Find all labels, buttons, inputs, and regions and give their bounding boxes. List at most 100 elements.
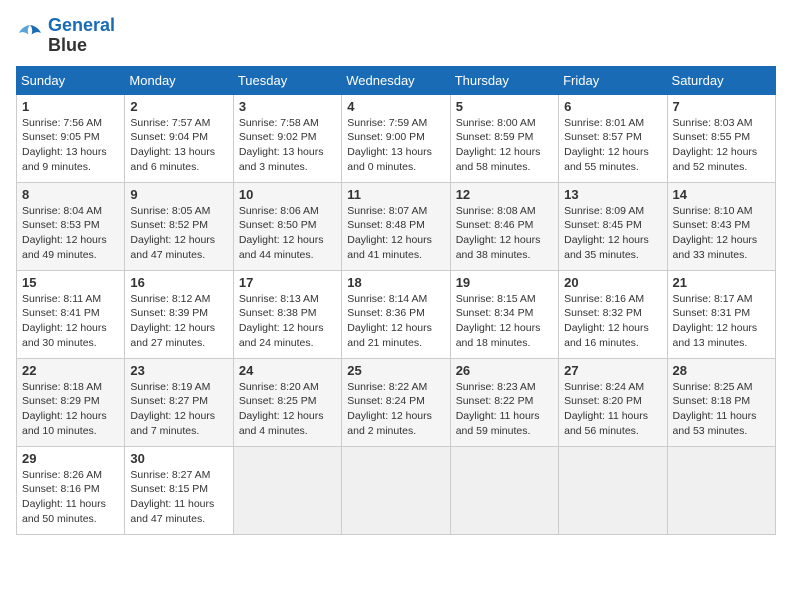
day-info: Sunrise: 8:18 AM Sunset: 8:29 PM Dayligh… bbox=[22, 380, 119, 439]
day-info: Sunrise: 8:19 AM Sunset: 8:27 PM Dayligh… bbox=[130, 380, 227, 439]
calendar-cell bbox=[342, 446, 450, 534]
day-info: Sunrise: 8:20 AM Sunset: 8:25 PM Dayligh… bbox=[239, 380, 336, 439]
calendar-cell: 5 Sunrise: 8:00 AM Sunset: 8:59 PM Dayli… bbox=[450, 94, 558, 182]
day-number: 19 bbox=[456, 275, 553, 290]
calendar-cell bbox=[667, 446, 775, 534]
day-number: 2 bbox=[130, 99, 227, 114]
day-info: Sunrise: 8:14 AM Sunset: 8:36 PM Dayligh… bbox=[347, 292, 444, 351]
calendar-cell: 26 Sunrise: 8:23 AM Sunset: 8:22 PM Dayl… bbox=[450, 358, 558, 446]
calendar-cell: 10 Sunrise: 8:06 AM Sunset: 8:50 PM Dayl… bbox=[233, 182, 341, 270]
calendar-cell: 2 Sunrise: 7:57 AM Sunset: 9:04 PM Dayli… bbox=[125, 94, 233, 182]
day-number: 13 bbox=[564, 187, 661, 202]
calendar-cell: 28 Sunrise: 8:25 AM Sunset: 8:18 PM Dayl… bbox=[667, 358, 775, 446]
calendar-cell: 3 Sunrise: 7:58 AM Sunset: 9:02 PM Dayli… bbox=[233, 94, 341, 182]
calendar-cell: 4 Sunrise: 7:59 AM Sunset: 9:00 PM Dayli… bbox=[342, 94, 450, 182]
day-info: Sunrise: 8:00 AM Sunset: 8:59 PM Dayligh… bbox=[456, 116, 553, 175]
day-number: 9 bbox=[130, 187, 227, 202]
day-number: 28 bbox=[673, 363, 770, 378]
col-header-monday: Monday bbox=[125, 66, 233, 94]
day-number: 26 bbox=[456, 363, 553, 378]
day-number: 10 bbox=[239, 187, 336, 202]
day-info: Sunrise: 7:59 AM Sunset: 9:00 PM Dayligh… bbox=[347, 116, 444, 175]
day-number: 6 bbox=[564, 99, 661, 114]
calendar-cell: 29 Sunrise: 8:26 AM Sunset: 8:16 PM Dayl… bbox=[17, 446, 125, 534]
calendar-cell: 14 Sunrise: 8:10 AM Sunset: 8:43 PM Dayl… bbox=[667, 182, 775, 270]
calendar-cell bbox=[559, 446, 667, 534]
col-header-saturday: Saturday bbox=[667, 66, 775, 94]
day-number: 30 bbox=[130, 451, 227, 466]
day-info: Sunrise: 8:15 AM Sunset: 8:34 PM Dayligh… bbox=[456, 292, 553, 351]
day-info: Sunrise: 8:03 AM Sunset: 8:55 PM Dayligh… bbox=[673, 116, 770, 175]
day-number: 25 bbox=[347, 363, 444, 378]
day-info: Sunrise: 8:17 AM Sunset: 8:31 PM Dayligh… bbox=[673, 292, 770, 351]
day-number: 17 bbox=[239, 275, 336, 290]
day-number: 20 bbox=[564, 275, 661, 290]
day-number: 7 bbox=[673, 99, 770, 114]
day-info: Sunrise: 7:57 AM Sunset: 9:04 PM Dayligh… bbox=[130, 116, 227, 175]
day-number: 22 bbox=[22, 363, 119, 378]
day-info: Sunrise: 8:10 AM Sunset: 8:43 PM Dayligh… bbox=[673, 204, 770, 263]
day-info: Sunrise: 8:22 AM Sunset: 8:24 PM Dayligh… bbox=[347, 380, 444, 439]
day-number: 16 bbox=[130, 275, 227, 290]
day-info: Sunrise: 8:06 AM Sunset: 8:50 PM Dayligh… bbox=[239, 204, 336, 263]
day-info: Sunrise: 7:58 AM Sunset: 9:02 PM Dayligh… bbox=[239, 116, 336, 175]
col-header-tuesday: Tuesday bbox=[233, 66, 341, 94]
calendar-week-3: 15 Sunrise: 8:11 AM Sunset: 8:41 PM Dayl… bbox=[17, 270, 776, 358]
day-number: 24 bbox=[239, 363, 336, 378]
day-number: 12 bbox=[456, 187, 553, 202]
day-info: Sunrise: 8:13 AM Sunset: 8:38 PM Dayligh… bbox=[239, 292, 336, 351]
calendar-cell bbox=[450, 446, 558, 534]
day-info: Sunrise: 8:12 AM Sunset: 8:39 PM Dayligh… bbox=[130, 292, 227, 351]
calendar-cell: 8 Sunrise: 8:04 AM Sunset: 8:53 PM Dayli… bbox=[17, 182, 125, 270]
day-number: 5 bbox=[456, 99, 553, 114]
calendar-cell: 30 Sunrise: 8:27 AM Sunset: 8:15 PM Dayl… bbox=[125, 446, 233, 534]
calendar-cell: 27 Sunrise: 8:24 AM Sunset: 8:20 PM Dayl… bbox=[559, 358, 667, 446]
day-number: 15 bbox=[22, 275, 119, 290]
day-info: Sunrise: 8:24 AM Sunset: 8:20 PM Dayligh… bbox=[564, 380, 661, 439]
day-number: 29 bbox=[22, 451, 119, 466]
calendar-cell: 13 Sunrise: 8:09 AM Sunset: 8:45 PM Dayl… bbox=[559, 182, 667, 270]
calendar-cell: 23 Sunrise: 8:19 AM Sunset: 8:27 PM Dayl… bbox=[125, 358, 233, 446]
calendar-cell: 1 Sunrise: 7:56 AM Sunset: 9:05 PM Dayli… bbox=[17, 94, 125, 182]
day-number: 18 bbox=[347, 275, 444, 290]
col-header-sunday: Sunday bbox=[17, 66, 125, 94]
day-number: 11 bbox=[347, 187, 444, 202]
day-info: Sunrise: 8:11 AM Sunset: 8:41 PM Dayligh… bbox=[22, 292, 119, 351]
day-number: 3 bbox=[239, 99, 336, 114]
calendar-cell: 16 Sunrise: 8:12 AM Sunset: 8:39 PM Dayl… bbox=[125, 270, 233, 358]
day-number: 8 bbox=[22, 187, 119, 202]
day-info: Sunrise: 8:08 AM Sunset: 8:46 PM Dayligh… bbox=[456, 204, 553, 263]
day-info: Sunrise: 8:09 AM Sunset: 8:45 PM Dayligh… bbox=[564, 204, 661, 263]
calendar-cell: 19 Sunrise: 8:15 AM Sunset: 8:34 PM Dayl… bbox=[450, 270, 558, 358]
day-info: Sunrise: 7:56 AM Sunset: 9:05 PM Dayligh… bbox=[22, 116, 119, 175]
day-number: 1 bbox=[22, 99, 119, 114]
page-header: General Blue bbox=[16, 16, 776, 56]
calendar-cell: 12 Sunrise: 8:08 AM Sunset: 8:46 PM Dayl… bbox=[450, 182, 558, 270]
day-number: 4 bbox=[347, 99, 444, 114]
calendar-week-1: 1 Sunrise: 7:56 AM Sunset: 9:05 PM Dayli… bbox=[17, 94, 776, 182]
calendar-cell: 21 Sunrise: 8:17 AM Sunset: 8:31 PM Dayl… bbox=[667, 270, 775, 358]
logo-text: General Blue bbox=[48, 16, 115, 56]
day-number: 27 bbox=[564, 363, 661, 378]
day-info: Sunrise: 8:25 AM Sunset: 8:18 PM Dayligh… bbox=[673, 380, 770, 439]
calendar-cell: 11 Sunrise: 8:07 AM Sunset: 8:48 PM Dayl… bbox=[342, 182, 450, 270]
day-info: Sunrise: 8:27 AM Sunset: 8:15 PM Dayligh… bbox=[130, 468, 227, 527]
col-header-thursday: Thursday bbox=[450, 66, 558, 94]
col-header-wednesday: Wednesday bbox=[342, 66, 450, 94]
calendar-cell: 22 Sunrise: 8:18 AM Sunset: 8:29 PM Dayl… bbox=[17, 358, 125, 446]
logo-icon bbox=[16, 22, 44, 50]
day-info: Sunrise: 8:04 AM Sunset: 8:53 PM Dayligh… bbox=[22, 204, 119, 263]
logo: General Blue bbox=[16, 16, 115, 56]
day-info: Sunrise: 8:05 AM Sunset: 8:52 PM Dayligh… bbox=[130, 204, 227, 263]
day-info: Sunrise: 8:07 AM Sunset: 8:48 PM Dayligh… bbox=[347, 204, 444, 263]
day-info: Sunrise: 8:01 AM Sunset: 8:57 PM Dayligh… bbox=[564, 116, 661, 175]
calendar-cell: 6 Sunrise: 8:01 AM Sunset: 8:57 PM Dayli… bbox=[559, 94, 667, 182]
day-number: 21 bbox=[673, 275, 770, 290]
calendar-week-2: 8 Sunrise: 8:04 AM Sunset: 8:53 PM Dayli… bbox=[17, 182, 776, 270]
calendar-cell: 7 Sunrise: 8:03 AM Sunset: 8:55 PM Dayli… bbox=[667, 94, 775, 182]
calendar-cell: 18 Sunrise: 8:14 AM Sunset: 8:36 PM Dayl… bbox=[342, 270, 450, 358]
calendar-cell: 9 Sunrise: 8:05 AM Sunset: 8:52 PM Dayli… bbox=[125, 182, 233, 270]
col-header-friday: Friday bbox=[559, 66, 667, 94]
calendar-table: SundayMondayTuesdayWednesdayThursdayFrid… bbox=[16, 66, 776, 535]
calendar-cell: 20 Sunrise: 8:16 AM Sunset: 8:32 PM Dayl… bbox=[559, 270, 667, 358]
